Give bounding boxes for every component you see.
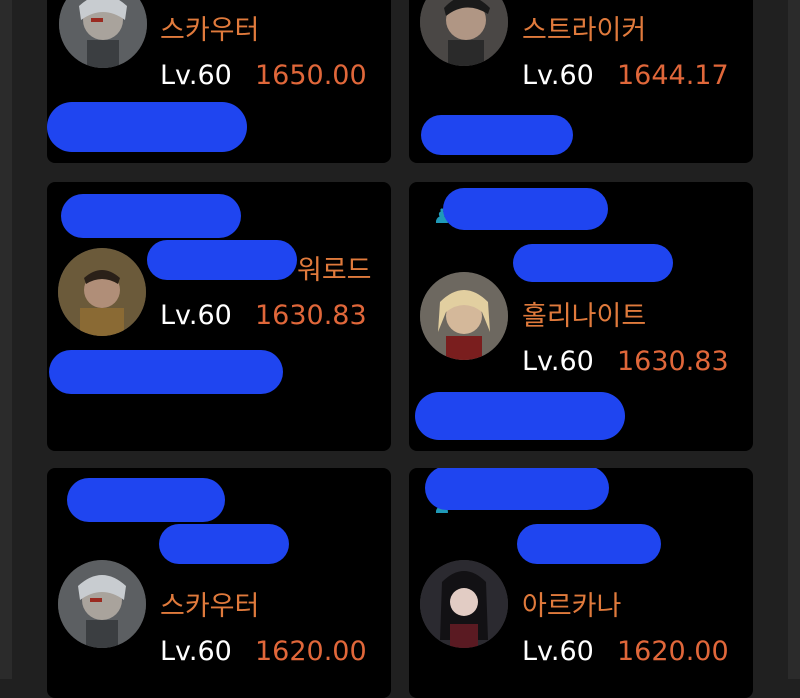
redacted-name (517, 524, 661, 564)
arcana-portrait-icon (420, 560, 508, 648)
redacted-guild (61, 194, 241, 238)
striker-portrait-icon (420, 0, 508, 66)
item-level-score: 1630.83 (255, 300, 367, 331)
level-label: Lv.60 (160, 300, 232, 331)
redacted-name (421, 115, 573, 155)
redacted-text (415, 392, 625, 440)
warlord-portrait-icon (58, 248, 146, 336)
character-card[interactable]: 스트라이커 Lv.60 1644.17 (409, 0, 753, 163)
redacted-text (49, 350, 283, 394)
level-label: Lv.60 (160, 60, 232, 91)
character-card[interactable]: ♟ 아르카나 Lv.60 1620.00 (409, 468, 753, 698)
class-name: 스카우터 (160, 591, 260, 622)
redacted-name (159, 524, 289, 564)
class-name: 홀리나이트 (522, 301, 647, 332)
item-level-score: 1650.00 (255, 60, 367, 91)
character-card[interactable]: 스카우터 Lv.60 1650.00 (47, 0, 391, 163)
level-label: Lv.60 (522, 346, 594, 377)
class-name: 스카우터 (160, 15, 260, 46)
level-label: Lv.60 (160, 636, 232, 667)
item-level-score: 1620.00 (617, 636, 729, 667)
redacted-guild (67, 478, 225, 522)
character-card[interactable]: ♟ 홀리나이트 Lv.60 1630.83 (409, 182, 753, 451)
level-label: Lv.60 (522, 636, 594, 667)
scout-portrait-icon (59, 0, 147, 68)
right-scroll-rail (788, 0, 800, 679)
redacted-name (513, 244, 673, 282)
redacted-name (47, 102, 247, 152)
level-label: Lv.60 (522, 60, 594, 91)
character-card[interactable]: 워로드 Lv.60 1630.83 (47, 182, 391, 451)
item-level-score: 1644.17 (617, 60, 729, 91)
redacted-name (147, 240, 297, 280)
character-card[interactable]: 스카우터 Lv.60 1620.00 (47, 468, 391, 698)
class-name: 아르카나 (522, 591, 622, 622)
item-level-score: 1630.83 (617, 346, 729, 377)
holyknight-portrait-icon (420, 272, 508, 360)
redacted-guild (425, 468, 609, 510)
class-name: 스트라이커 (522, 15, 647, 46)
left-scroll-rail (0, 0, 12, 679)
class-name: 워로드 (297, 255, 372, 286)
scout-portrait-icon (58, 560, 146, 648)
item-level-score: 1620.00 (255, 636, 367, 667)
redacted-guild (443, 188, 608, 230)
